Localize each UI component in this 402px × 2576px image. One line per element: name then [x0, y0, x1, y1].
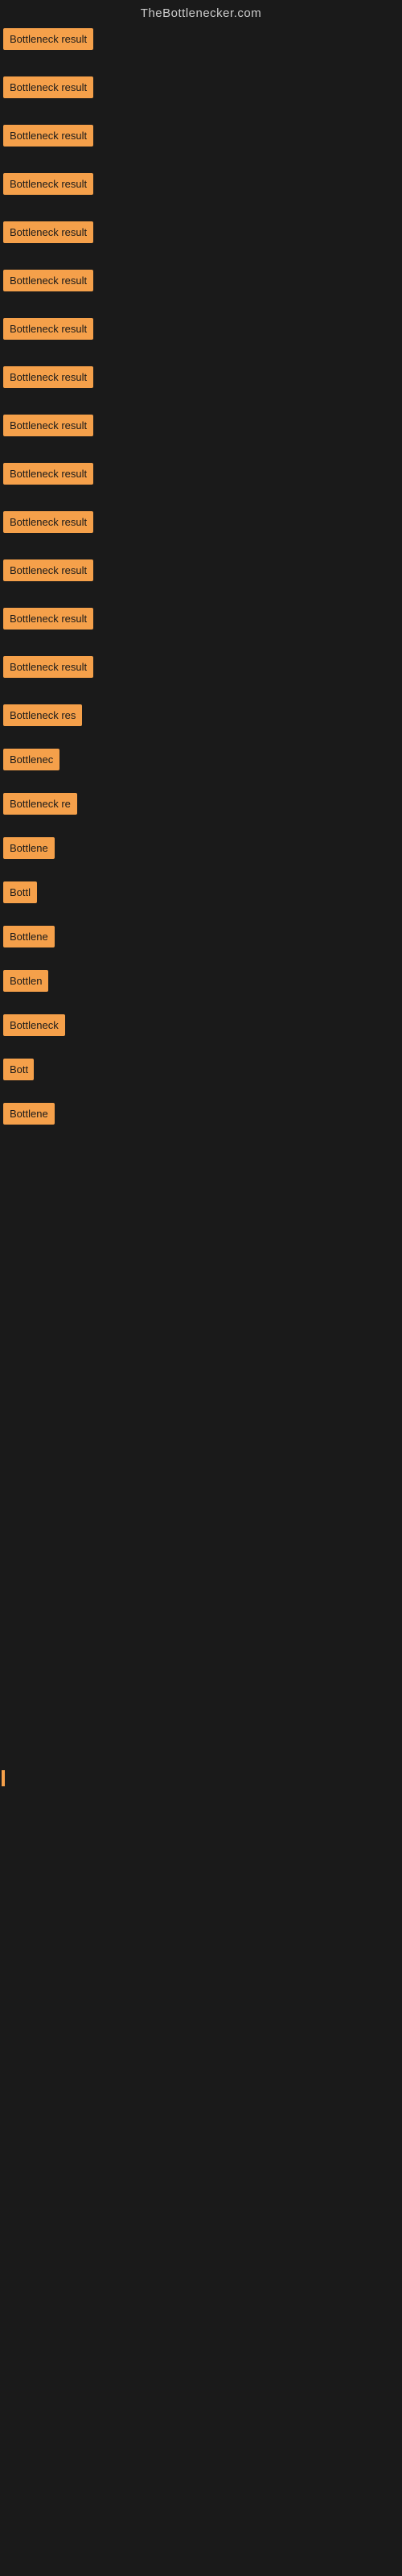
list-item: Bottleneck result [0, 72, 402, 120]
list-item: Bottleneck result [0, 265, 402, 313]
list-item: Bottleneck [0, 1009, 402, 1054]
page-wrapper: TheBottlenecker.com Bottleneck result Bo… [0, 0, 402, 2108]
bottleneck-label: Bottleneck re [3, 793, 77, 815]
bottleneck-label: Bottleneck result [3, 28, 93, 50]
list-item: Bottleneck result [0, 410, 402, 458]
bottleneck-label: Bottlen [3, 970, 48, 992]
list-item: Bottleneck result [0, 506, 402, 555]
list-item: Bottleneck result [0, 313, 402, 361]
bottleneck-label: Bottlenec [3, 749, 59, 770]
list-item: Bottleneck re [0, 788, 402, 832]
bottleneck-label: Bottleneck result [3, 173, 93, 195]
bottleneck-label: Bottleneck result [3, 463, 93, 485]
list-item: Bottlene [0, 1098, 402, 1142]
list-item: Bottleneck result [0, 23, 402, 72]
list-item: Bottleneck result [0, 651, 402, 700]
list-item: Bottleneck res [0, 700, 402, 744]
list-item: Bottlene [0, 921, 402, 965]
bottleneck-label: Bottleneck res [3, 704, 82, 726]
list-item: Bottleneck result [0, 458, 402, 506]
list-item: Bottleneck result [0, 120, 402, 168]
list-item: Bottleneck result [0, 603, 402, 651]
bottleneck-label: Bottl [3, 881, 37, 903]
list-item: Bottleneck result [0, 217, 402, 265]
bottleneck-label: Bottleneck result [3, 559, 93, 581]
bottleneck-label: Bottleneck result [3, 656, 93, 678]
list-item: Bottlene [0, 832, 402, 877]
bottleneck-label: Bottlene [3, 926, 55, 947]
bottleneck-label: Bottlene [3, 837, 55, 859]
empty-section [0, 1142, 402, 2108]
bottleneck-label: Bottleneck result [3, 318, 93, 340]
site-title: TheBottlenecker.com [0, 0, 402, 23]
bottleneck-label: Bottleneck result [3, 270, 93, 291]
bottleneck-label: Bottleneck result [3, 76, 93, 98]
bottleneck-label: Bottleneck [3, 1014, 65, 1036]
bottleneck-label: Bottleneck result [3, 221, 93, 243]
indicator-bar [2, 1770, 5, 1786]
bottleneck-label: Bott [3, 1059, 34, 1080]
list-item: Bottleneck result [0, 555, 402, 603]
list-item: Bottlen [0, 965, 402, 1009]
bottleneck-label: Bottleneck result [3, 511, 93, 533]
bottleneck-label: Bottleneck result [3, 366, 93, 388]
bottleneck-label: Bottleneck result [3, 608, 93, 630]
list-item: Bottl [0, 877, 402, 921]
bottleneck-label: Bottleneck result [3, 415, 93, 436]
list-item: Bottleneck result [0, 168, 402, 217]
list-item: Bott [0, 1054, 402, 1098]
bottleneck-label: Bottlene [3, 1103, 55, 1125]
list-item: Bottlenec [0, 744, 402, 788]
bottleneck-label: Bottleneck result [3, 125, 93, 147]
list-item: Bottleneck result [0, 361, 402, 410]
